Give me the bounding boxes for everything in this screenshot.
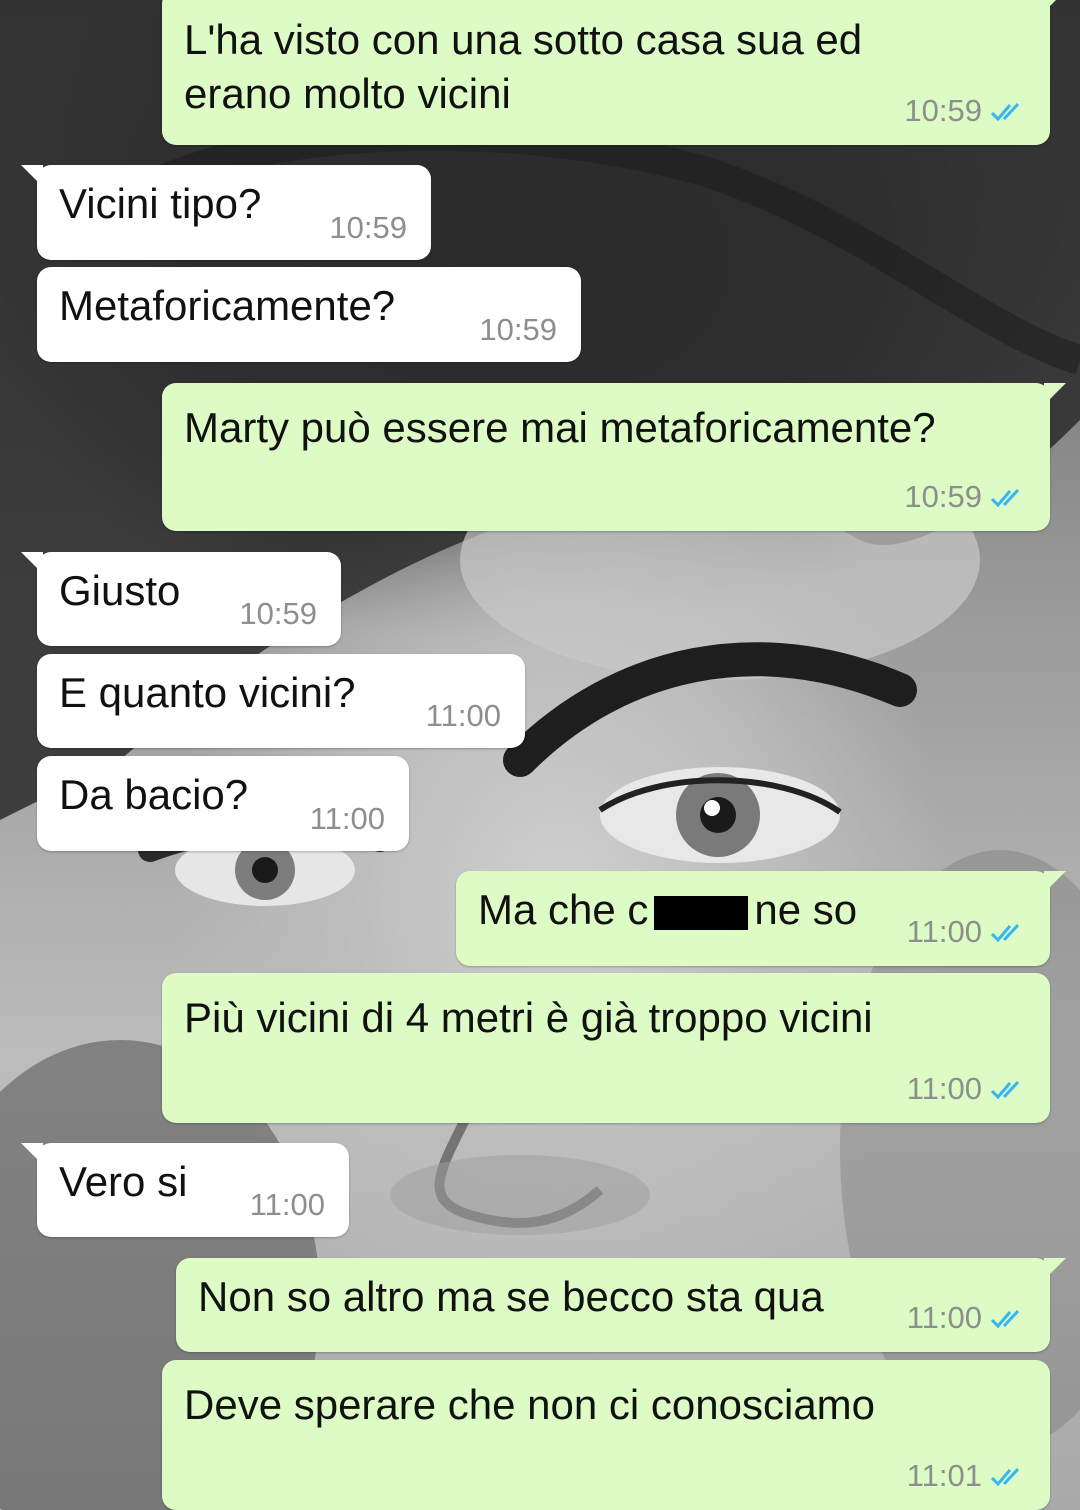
redaction-bar [654, 895, 749, 930]
message-bubble-incoming[interactable]: Giusto 10:59 [21, 552, 341, 646]
message-text: Ma che c ne so [478, 886, 858, 933]
read-receipt-icon [990, 95, 1026, 131]
message-timestamp: 11:00 [906, 914, 982, 950]
message-text: Metaforicamente? [59, 282, 396, 329]
message-timestamp: 11:00 [906, 1071, 982, 1107]
message-bubble-incoming[interactable]: Vicini tipo? 10:59 [21, 165, 431, 260]
message-bubble-outgoing[interactable]: Deve sperare che non ci conosciamo 11:01 [162, 1360, 1050, 1510]
message-timestamp: 10:59 [904, 93, 982, 129]
message-text: Giusto [59, 567, 181, 614]
message-meta: 11:00 [907, 914, 1026, 952]
message-timestamp: 11:00 [249, 1187, 325, 1222]
message-text: E quanto vicini? [59, 669, 356, 716]
message-text: Da bacio? [59, 771, 249, 818]
message-text: Vero si [59, 1158, 188, 1205]
message-text: Deve sperare che non ci conosciamo [184, 1381, 876, 1428]
message-meta: 11:01 [907, 1458, 1026, 1496]
message-timestamp: 11:01 [906, 1458, 982, 1494]
message-text: Più vicini di 4 metri è già troppo vicin… [184, 994, 873, 1041]
message-meta: 11:00 [907, 1071, 1026, 1109]
message-bubble-outgoing[interactable]: Ma che c ne so 11:00 [456, 871, 1066, 966]
read-receipt-icon [990, 481, 1026, 517]
message-timestamp: 11:00 [906, 1300, 982, 1336]
message-bubble-outgoing[interactable]: Marty può essere mai metaforicamente? 10… [162, 383, 1066, 531]
message-bubble-incoming[interactable]: Vero si 11:00 [21, 1143, 349, 1237]
message-meta: 11:00 [907, 1300, 1026, 1338]
message-meta: 10:59 [904, 479, 1026, 517]
message-timestamp: 10:59 [904, 479, 982, 515]
message-timestamp: 11:00 [309, 801, 385, 836]
message-text: L'ha visto con una sotto casa sua ed era… [184, 16, 863, 117]
read-receipt-icon [990, 1302, 1026, 1338]
read-receipt-icon [990, 1460, 1026, 1496]
message-text: Non so altro ma se becco sta qua [198, 1273, 824, 1320]
message-timestamp: 10:59 [329, 210, 407, 245]
message-text: Marty può essere mai metaforicamente? [184, 404, 936, 451]
message-timestamp: 10:59 [239, 596, 317, 631]
message-timestamp: 10:59 [479, 312, 557, 347]
message-bubble-outgoing[interactable]: Non so altro ma se becco sta qua 11:00 [176, 1258, 1066, 1352]
message-bubble-outgoing[interactable]: Più vicini di 4 metri è già troppo vicin… [162, 973, 1050, 1123]
message-text: Vicini tipo? [59, 180, 262, 227]
read-receipt-icon [990, 916, 1026, 952]
message-bubble-incoming[interactable]: Da bacio? 11:00 [37, 756, 409, 851]
read-receipt-icon [990, 1073, 1026, 1109]
message-bubble-incoming[interactable]: Metaforicamente? 10:59 [37, 267, 581, 362]
message-meta: 10:59 [904, 93, 1026, 131]
message-bubble-incoming[interactable]: E quanto vicini? 11:00 [37, 654, 525, 748]
message-timestamp: 11:00 [425, 698, 501, 733]
message-bubble-outgoing[interactable]: L'ha visto con una sotto casa sua ed era… [162, 0, 1066, 145]
